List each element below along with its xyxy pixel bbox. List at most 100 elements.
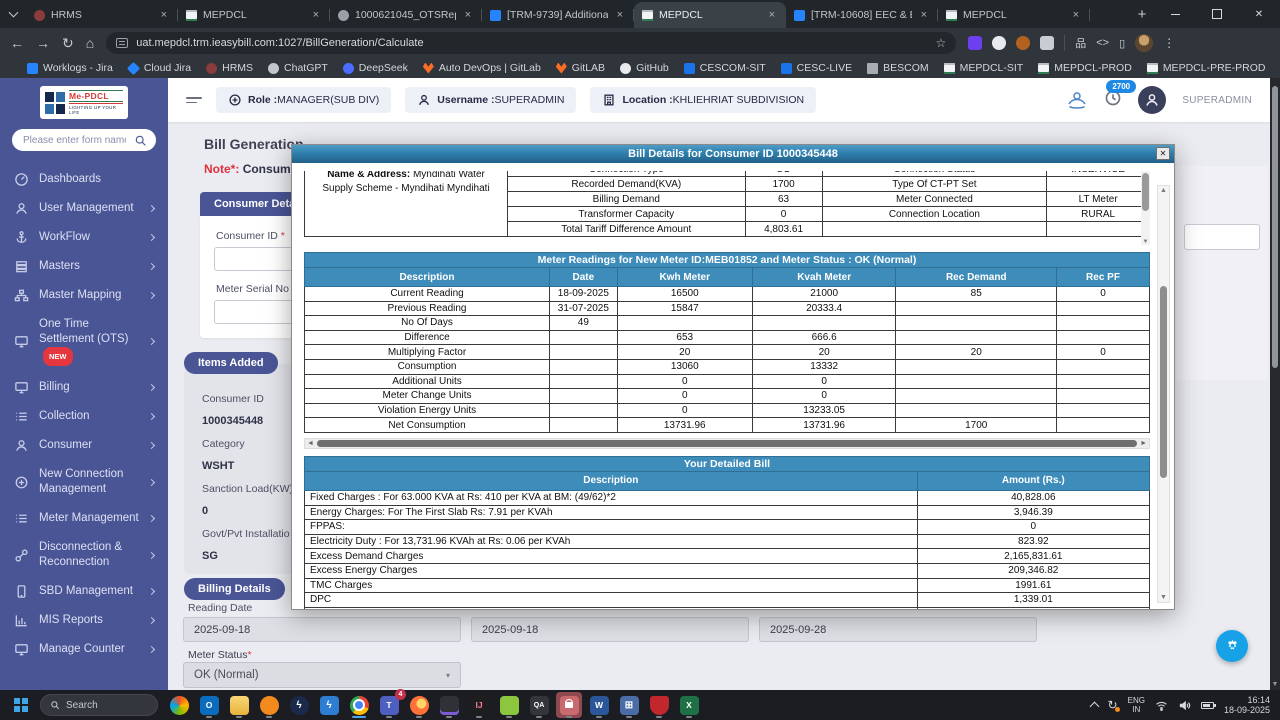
explorer[interactable]: [226, 692, 252, 718]
sidebar-item-collection[interactable]: Collection: [0, 402, 168, 431]
sync-tray-icon[interactable]: ↻: [1108, 698, 1118, 712]
sidebar-item-ots[interactable]: One Time Settlement (OTS)NEW: [0, 310, 168, 373]
copilot[interactable]: [166, 692, 192, 718]
sidebar-search[interactable]: [12, 129, 156, 151]
sidebar-item-masters[interactable]: Masters: [0, 252, 168, 281]
hamburger-menu-icon[interactable]: [186, 97, 202, 103]
bookmark-item[interactable]: DeepSeek: [343, 62, 408, 74]
tab-close-icon[interactable]: ×: [766, 9, 778, 22]
scroll-down-arrow-icon[interactable]: [1270, 681, 1280, 688]
horizontal-scrollbar[interactable]: [304, 438, 1150, 449]
sidebar-item-consumer[interactable]: Consumer: [0, 431, 168, 460]
defender[interactable]: [646, 692, 672, 718]
tab-trm-9739[interactable]: [TRM-9739] Additional Units N ×: [482, 2, 634, 28]
back-icon[interactable]: ←: [10, 36, 24, 50]
page-scrollbar[interactable]: [1270, 78, 1280, 690]
user-avatar[interactable]: [1138, 86, 1166, 114]
bookmark-item[interactable]: Worklogs - Jira: [27, 62, 113, 74]
address-bar[interactable]: uat.mepdcl.trm.ieasybill.com:1027/BillGe…: [106, 32, 956, 54]
postman[interactable]: [286, 692, 312, 718]
bookmark-item[interactable]: Auto DevOps | GitLab: [423, 62, 541, 74]
bookmark-item[interactable]: ChatGPT: [268, 62, 328, 74]
info-table-scrollbar[interactable]: [1141, 171, 1150, 245]
home-icon[interactable]: ⌂: [86, 36, 94, 50]
sidebar-item-meter-management[interactable]: Meter Management: [0, 504, 168, 533]
tab-close-icon[interactable]: ×: [1070, 9, 1082, 22]
trash-icon[interactable]: ▯: [1119, 37, 1125, 50]
modal-scrollbar-thumb[interactable]: [1160, 286, 1167, 478]
tab-trm-10608[interactable]: [TRM-10608] EEC & EDC billed ×: [786, 2, 938, 28]
sidebar-item-user-management[interactable]: User Management: [0, 194, 168, 223]
tab-close-icon[interactable]: ×: [462, 9, 474, 22]
scroll-up-arrow-icon[interactable]: [1158, 187, 1169, 194]
speaker-icon[interactable]: [1178, 699, 1191, 712]
outlook[interactable]: O: [196, 692, 222, 718]
bookmark-item[interactable]: CESC-LIVE: [781, 62, 852, 74]
page-scrollbar-thumb[interactable]: [1272, 86, 1278, 368]
date-input[interactable]: [759, 617, 1037, 642]
bookmark-star-icon[interactable]: [935, 36, 946, 50]
tab-close-icon[interactable]: ×: [158, 9, 170, 22]
taskbar-clock[interactable]: 16:14 18-09-2025: [1224, 695, 1270, 715]
browser-hub-icon[interactable]: 品: [1075, 35, 1086, 51]
teams[interactable]: T 4: [376, 692, 402, 718]
sidebar-item-master-mapping[interactable]: Master Mapping: [0, 281, 168, 310]
tray-chevron-up-icon[interactable]: [1089, 702, 1099, 712]
tab-ots-report-pdf[interactable]: 1000621045_OTSReport.pdf ×: [330, 2, 482, 28]
settings-fab-button[interactable]: [1216, 630, 1248, 662]
bookmark-item[interactable]: MEPDCL-PRE-PROD: [1147, 62, 1266, 74]
bookmark-item[interactable]: GitHub: [620, 62, 669, 74]
scroll-down-arrow-icon[interactable]: [1158, 594, 1169, 601]
tab-mepdcl-2[interactable]: MEPDCL ×: [938, 2, 1090, 28]
tab-close-icon[interactable]: ×: [310, 9, 322, 22]
battery-icon[interactable]: [1201, 702, 1214, 709]
bookmark-item[interactable]: MEPDCL-SIT: [944, 62, 1024, 74]
qa[interactable]: QA: [526, 692, 552, 718]
sidebar-item-sbd-management[interactable]: SBD Management: [0, 577, 168, 606]
tab-search-icon[interactable]: [0, 4, 26, 24]
date-input[interactable]: [471, 617, 749, 642]
powertoys[interactable]: [316, 692, 342, 718]
tab-mepdcl-active[interactable]: MEPDCL ×: [634, 2, 786, 28]
ext-tampermonkey-icon[interactable]: [992, 36, 1006, 50]
date-input[interactable]: [183, 617, 461, 642]
info-scrollbar-thumb[interactable]: [1142, 173, 1149, 211]
modal-scrollbar[interactable]: [1157, 185, 1170, 603]
meter-status-select[interactable]: OK (Normal): [183, 662, 461, 688]
bookmark-item[interactable]: BESCOM: [867, 62, 929, 74]
sidebar-search-input[interactable]: [21, 134, 128, 147]
language-indicator[interactable]: ENG IN: [1128, 696, 1145, 714]
notepadpp[interactable]: [496, 692, 522, 718]
sidebar-item-dashboards[interactable]: Dashboards: [0, 165, 168, 194]
bookmark-item[interactable]: HRMS: [206, 62, 253, 74]
menu-kebab-icon[interactable]: [1163, 36, 1175, 50]
site-info-icon[interactable]: [116, 38, 128, 48]
tab-hrms[interactable]: HRMS ×: [26, 2, 178, 28]
scroll-right-arrow-icon[interactable]: [1140, 439, 1147, 449]
intellij[interactable]: IJ: [466, 692, 492, 718]
scroll-down-arrow-icon[interactable]: [1141, 239, 1150, 245]
window-close-button[interactable]: [1238, 0, 1280, 28]
horizontal-scrollbar-thumb[interactable]: [317, 440, 1137, 447]
sidebar-item-mis-reports[interactable]: MIS Reports: [0, 606, 168, 635]
bookmark-item[interactable]: GitLAB: [556, 62, 605, 74]
session-timer[interactable]: 2700: [1104, 89, 1122, 112]
reload-icon[interactable]: ↻: [62, 36, 74, 50]
bookmark-item[interactable]: Cloud Jira: [128, 62, 191, 74]
dbeaver[interactable]: [436, 692, 462, 718]
wifi-icon[interactable]: [1155, 699, 1168, 712]
bookmark-item[interactable]: MEPDCL-PROD: [1038, 62, 1132, 74]
tab-close-icon[interactable]: ×: [614, 9, 626, 22]
chrome[interactable]: [346, 692, 372, 718]
window-minimize-button[interactable]: [1154, 0, 1196, 28]
url-text[interactable]: uat.mepdcl.trm.ieasybill.com:1027/BillGe…: [136, 37, 927, 49]
calculator[interactable]: [616, 692, 642, 718]
navicat[interactable]: [256, 692, 282, 718]
modal-close-button[interactable]: [1156, 147, 1170, 160]
start-button[interactable]: [10, 694, 32, 716]
bookmark-item[interactable]: CESCOM-SIT: [684, 62, 766, 74]
firefox[interactable]: [406, 692, 432, 718]
new-tab-button[interactable]: [1130, 2, 1154, 26]
sidebar-item-workflow[interactable]: WorkFlow: [0, 223, 168, 252]
devtools-icon[interactable]: <>: [1096, 37, 1109, 49]
